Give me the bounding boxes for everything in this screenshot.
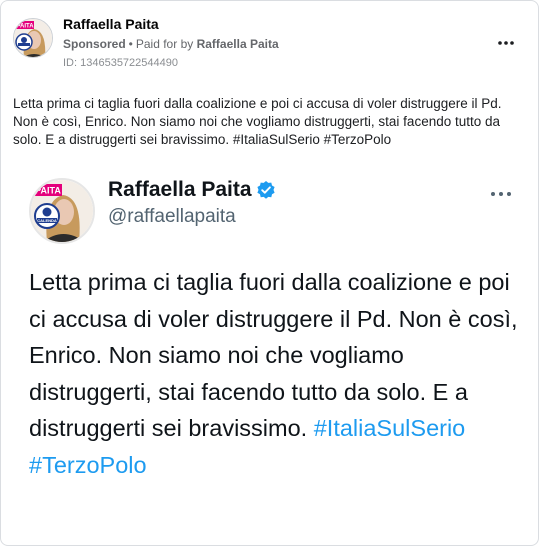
tweet-text: Letta prima ci taglia fuori dalla coaliz… — [29, 264, 529, 483]
svg-text:PAITA: PAITA — [35, 186, 61, 196]
sponsored-line: Sponsored • Paid for by Raffaella Paita — [63, 37, 279, 51]
verified-badge-icon — [256, 180, 276, 200]
ad-id: ID: 1346535722544490 — [63, 57, 178, 69]
tweet-more-icon — [489, 185, 513, 196]
avatar-image: PAITA — [14, 19, 52, 57]
sponsored-label: Sponsored — [63, 37, 126, 51]
paid-for-prefix: Paid for by — [135, 37, 194, 51]
tweet-handle: @raffaellapaita — [108, 206, 236, 227]
separator-dot: • — [128, 37, 133, 51]
more-options-button[interactable] — [496, 35, 516, 45]
tweet-author-name: Raffaella Paita — [108, 178, 252, 201]
page-name[interactable]: Raffaella Paita — [63, 16, 159, 32]
page-avatar[interactable]: PAITA — [13, 18, 53, 58]
svg-text:PAITA: PAITA — [16, 24, 34, 30]
tweet-avatar-image: PAITA CALENDA — [31, 180, 93, 242]
more-horizontal-icon — [498, 41, 514, 45]
tweet-avatar: PAITA CALENDA — [29, 178, 95, 244]
post-caption: Letta prima ci taglia fuori dalla coaliz… — [13, 96, 502, 147]
tweet-image[interactable]: PAITA CALENDA Raffaella Paita @raffaella… — [2, 161, 538, 537]
paid-for-by-name[interactable]: Raffaella Paita — [197, 37, 279, 51]
svg-text:CALENDA: CALENDA — [37, 218, 57, 223]
ad-card: PAITA Raffaella Paita Sponsored • Paid for… — [0, 0, 539, 546]
post-header: PAITA Raffaella Paita Sponsored • Paid for… — [13, 13, 526, 73]
